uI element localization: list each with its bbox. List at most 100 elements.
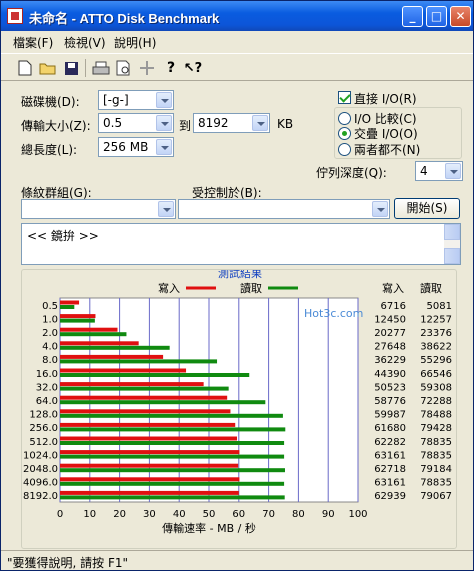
x-tick-label: 100 [348,509,367,520]
write-bar [60,463,239,468]
y-tick-label: 8192.0 [23,491,58,502]
title-bar[interactable]: 未命名 - ATTO Disk Benchmark _ □ ✕ [1,1,473,31]
neither-radio[interactable] [338,143,351,156]
write-value: 58776 [374,396,406,407]
start-button[interactable]: 開始(S) [394,198,460,219]
read-value: 38622 [420,342,452,353]
x-tick-label: 60 [232,509,245,520]
write-value: 6716 [381,301,406,312]
x-tick-label: 30 [143,509,156,520]
window-title: 未命名 - ATTO Disk Benchmark [29,11,220,26]
controlled-by-select[interactable] [178,199,390,219]
status-bar: "要獲得說明, 請按 F1" [1,550,473,570]
queue-depth-select[interactable]: 4 [415,161,463,181]
y-tick-label: 0.5 [42,301,58,312]
write-column-header: 寫入 [382,281,404,295]
write-value: 44390 [374,369,406,380]
y-tick-label: 4096.0 [23,478,58,489]
x-tick-label: 0 [57,509,63,520]
read-bar [60,400,266,405]
read-value: 5081 [427,301,452,312]
write-value: 62282 [374,437,406,448]
read-column-header: 讀取 [420,281,442,295]
read-value: 79067 [420,491,452,502]
unit-label: KB [277,117,294,131]
queue-depth-label: 佇列深度(Q): [316,166,387,180]
transfer-size-label: 傳輸大小(Z): [21,119,91,133]
y-tick-label: 16.0 [36,369,58,380]
chevron-down-icon[interactable] [156,139,172,155]
write-bar [60,341,139,346]
io-compare-radio[interactable] [338,112,351,125]
app-icon[interactable] [7,8,23,24]
scroll-down-icon[interactable] [444,248,460,264]
read-bar [60,332,127,337]
overlapped-io-radio[interactable] [338,127,351,140]
results-chart: 測試結果寫入 讀取 寫入 讀取 0 10 20 30 40 50 60 70 80 90 100 Hot3c.… [23,266,452,535]
total-length-label: 總長度(L): [21,143,78,157]
y-tick-label: 1024.0 [23,450,58,461]
read-value: 66546 [420,369,452,380]
write-value: 63161 [374,450,406,461]
read-bar [60,345,170,350]
log-text: << 鏡拚 >> [27,229,99,243]
write-bar [60,422,236,427]
watermark-text: Hot3c.com [304,307,363,320]
read-value: 78488 [420,410,452,421]
chevron-down-icon[interactable] [156,92,172,108]
write-bar [60,354,164,359]
menu-file[interactable]: 檔案(F) [13,34,53,51]
context-help-icon[interactable]: ↖? [183,58,203,78]
log-textbox[interactable]: << 鏡拚 >> [21,223,461,265]
write-bar [60,450,240,455]
write-value: 63161 [374,478,406,489]
transfer-from-select[interactable]: 0.5 [98,113,174,133]
direct-io-checkbox[interactable] [338,91,351,104]
x-tick-label: 20 [113,509,126,520]
print-preview-icon[interactable] [114,58,134,78]
status-text: "要獲得說明, 請按 F1" [7,556,129,570]
x-tick-label: 10 [83,509,96,520]
chevron-down-icon[interactable] [372,201,388,217]
read-bar [60,386,229,391]
write-value: 62718 [374,464,406,475]
move-icon[interactable] [137,58,157,78]
x-axis-label: 傳輸速率 - MB / 秒 [162,521,256,535]
y-tick-label: 4.0 [42,342,58,353]
menu-help[interactable]: 說明(H) [114,34,156,51]
stripe-group-select[interactable] [21,199,176,219]
write-bar [60,382,204,387]
toolbar: ? ↖? [1,53,473,81]
chevron-down-icon[interactable] [252,115,268,131]
transfer-to-select[interactable]: 8192 [193,113,270,133]
open-folder-icon[interactable] [38,58,58,78]
y-tick-label: 256.0 [29,423,58,434]
read-bar [60,305,75,309]
read-bar [60,468,285,473]
chevron-down-icon[interactable] [156,115,172,131]
write-bar [60,368,187,373]
maximize-button[interactable]: □ [426,6,447,27]
print-icon[interactable] [91,58,111,78]
write-value: 27648 [374,342,406,353]
scroll-up-icon[interactable] [444,224,460,240]
log-scrollbar[interactable] [444,224,460,264]
write-value: 36229 [374,355,406,366]
close-button[interactable]: ✕ [450,6,471,27]
read-value: 12257 [420,314,452,325]
minimize-button[interactable]: _ [402,6,423,27]
write-value: 62939 [374,491,406,502]
new-file-icon[interactable] [15,58,35,78]
chevron-down-icon[interactable] [158,201,174,217]
write-value: 61680 [374,423,406,434]
menu-view[interactable]: 檢視(V) [64,34,106,51]
help-icon[interactable]: ? [161,58,181,78]
write-value: 50523 [374,382,406,393]
read-bar [60,318,95,323]
y-tick-label: 512.0 [29,437,58,448]
save-icon[interactable] [61,58,81,78]
drive-select[interactable]: [-g-] [98,90,174,110]
y-tick-label: 32.0 [36,382,58,393]
chevron-down-icon[interactable] [445,163,461,179]
total-length-select[interactable]: 256 MB [98,137,174,157]
